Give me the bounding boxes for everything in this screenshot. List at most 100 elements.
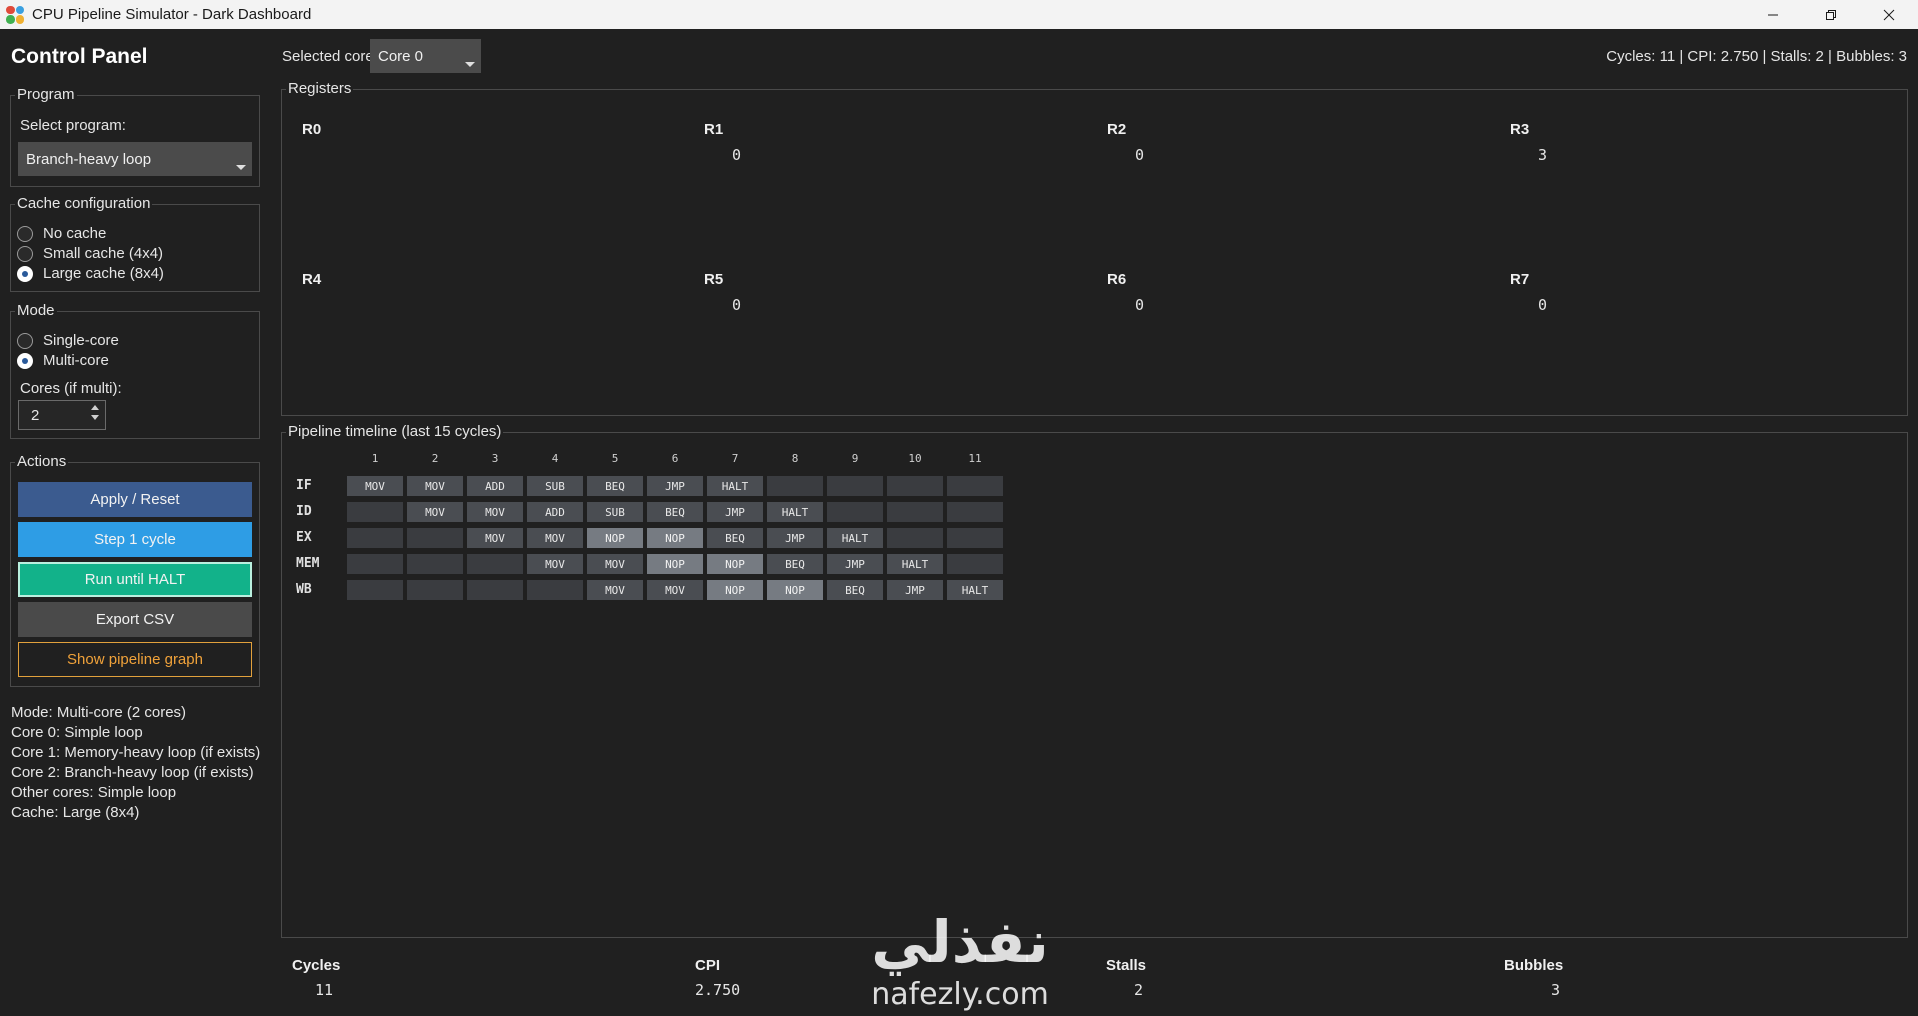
cores-value: 2 bbox=[31, 406, 40, 424]
pipeline-cell bbox=[407, 528, 463, 548]
stage-label: WB bbox=[296, 582, 312, 597]
pipeline-cell: JMP bbox=[647, 476, 703, 496]
pipeline-cell: HALT bbox=[707, 476, 763, 496]
pipeline-cell: MOV bbox=[647, 580, 703, 600]
radio-label: Single-core bbox=[43, 332, 119, 349]
export-csv-button[interactable]: Export CSV bbox=[18, 602, 252, 637]
pipeline-cell bbox=[827, 476, 883, 496]
pipeline-cell: JMP bbox=[767, 528, 823, 548]
svg-text:نفذلي: نفذلي bbox=[871, 908, 1048, 976]
stage-label: MEM bbox=[296, 556, 320, 571]
radio-multi-core[interactable]: Multi-core bbox=[17, 352, 109, 369]
run-until-halt-button[interactable]: Run until HALT bbox=[18, 562, 252, 597]
pipeline-cell: MOV bbox=[587, 580, 643, 600]
register-name: R5 bbox=[704, 271, 724, 288]
control-panel: Control Panel Program Select program: Br… bbox=[0, 29, 270, 1016]
info-line: Core 2: Branch-heavy loop (if exists) bbox=[11, 764, 254, 781]
spin-down-icon[interactable] bbox=[91, 415, 99, 420]
pipeline-cell: MOV bbox=[347, 476, 403, 496]
radio-label: No cache bbox=[43, 225, 107, 242]
cycle-header: 11 bbox=[968, 452, 982, 465]
spin-up-icon[interactable] bbox=[91, 405, 99, 410]
pipeline-cell bbox=[407, 580, 463, 600]
dropdown-arrow-icon bbox=[465, 62, 475, 67]
pipeline-cell: NOP bbox=[647, 554, 703, 574]
cycle-header: 9 bbox=[851, 452, 859, 465]
select-program-label: Select program: bbox=[20, 117, 126, 134]
cpi-label: CPI bbox=[695, 957, 721, 974]
info-line: Core 0: Simple loop bbox=[11, 724, 143, 741]
window-title: CPU Pipeline Simulator - Dark Dashboard bbox=[32, 6, 312, 23]
pipeline-cell: NOP bbox=[767, 580, 823, 600]
pipeline-cell: SUB bbox=[527, 476, 583, 496]
pipeline-cell: BEQ bbox=[767, 554, 823, 574]
pipeline-cell bbox=[947, 476, 1003, 496]
show-pipeline-graph-button[interactable]: Show pipeline graph bbox=[18, 642, 252, 677]
pipeline-cell: HALT bbox=[887, 554, 943, 574]
radio-label: Multi-core bbox=[43, 352, 109, 369]
pipeline-cell: NOP bbox=[707, 554, 763, 574]
restore-button[interactable] bbox=[1802, 0, 1860, 29]
actions-group-label: Actions bbox=[15, 453, 69, 470]
info-line: Core 1: Memory-heavy loop (if exists) bbox=[11, 744, 261, 761]
info-line: Cache: Large (8x4) bbox=[11, 804, 140, 821]
program-select-value: Branch-heavy loop bbox=[26, 150, 152, 168]
cores-spinbox[interactable]: 2 bbox=[18, 400, 106, 430]
radio-small-cache[interactable]: Small cache (4x4) bbox=[17, 245, 163, 262]
radio-large-cache[interactable]: Large cache (8x4) bbox=[17, 265, 164, 282]
pipeline-cell: NOP bbox=[587, 528, 643, 548]
cycles-value: 11 bbox=[315, 981, 334, 999]
actions-group: Actions Apply / Reset Step 1 cycle Run u… bbox=[10, 453, 260, 687]
cpi-value: 2.750 bbox=[695, 981, 741, 999]
apply-reset-button[interactable]: Apply / Reset bbox=[18, 482, 252, 517]
app-icon bbox=[6, 5, 24, 24]
pipeline-cell: JMP bbox=[827, 554, 883, 574]
radio-icon bbox=[17, 245, 33, 262]
cycle-header: 1 bbox=[371, 452, 379, 465]
minimize-button[interactable] bbox=[1744, 0, 1802, 29]
radio-selected-icon bbox=[17, 352, 33, 369]
bubbles-value: 3 bbox=[1551, 981, 1561, 999]
register-value: 0 bbox=[1890, 146, 1918, 164]
pipeline-cell: MOV bbox=[407, 476, 463, 496]
pipeline-cell bbox=[467, 580, 523, 600]
pipeline-cell bbox=[347, 554, 403, 574]
restore-icon bbox=[1826, 9, 1836, 20]
pipeline-cell bbox=[767, 476, 823, 496]
pipeline-cell: BEQ bbox=[587, 476, 643, 496]
pipeline-cell: MOV bbox=[467, 528, 523, 548]
step-cycle-button[interactable]: Step 1 cycle bbox=[18, 522, 252, 557]
stage-label: ID bbox=[296, 504, 312, 519]
radio-selected-icon bbox=[17, 265, 33, 282]
cycle-header: 6 bbox=[671, 452, 679, 465]
register-name: R2 bbox=[1107, 121, 1127, 138]
radio-single-core[interactable]: Single-core bbox=[17, 332, 119, 349]
radio-no-cache[interactable]: No cache bbox=[17, 225, 106, 242]
pipeline-cell: HALT bbox=[767, 502, 823, 522]
core-select[interactable]: Core 0 bbox=[370, 39, 481, 73]
program-select[interactable]: Branch-heavy loop bbox=[18, 142, 252, 176]
pipeline-cell bbox=[887, 502, 943, 522]
pipeline-cell bbox=[947, 554, 1003, 574]
cycle-header: 4 bbox=[551, 452, 559, 465]
close-button[interactable] bbox=[1860, 0, 1918, 29]
radio-icon bbox=[17, 332, 33, 349]
pipeline-cell: MOV bbox=[587, 554, 643, 574]
register-name: R3 bbox=[1510, 121, 1530, 138]
register-value: 0 bbox=[1890, 296, 1918, 314]
pipeline-cell: BEQ bbox=[827, 580, 883, 600]
register-name: R4 bbox=[302, 271, 322, 288]
stalls-value: 2 bbox=[1134, 981, 1144, 999]
program-group-label: Program bbox=[15, 86, 77, 103]
pipeline-cell: MOV bbox=[527, 528, 583, 548]
bubbles-label: Bubbles bbox=[1504, 957, 1564, 974]
register-value: 0 bbox=[731, 296, 741, 314]
svg-text:nafezly.com: nafezly.com bbox=[871, 977, 1049, 1012]
pipeline-label: Pipeline timeline (last 15 cycles) bbox=[286, 423, 504, 440]
mode-group: Mode Single-core Multi-core Cores (if mu… bbox=[10, 302, 260, 439]
mode-info: Mode: Multi-core (2 cores) Core 0: Simpl… bbox=[11, 703, 260, 823]
minimize-icon bbox=[1768, 14, 1778, 15]
stage-label: EX bbox=[296, 530, 312, 545]
core-select-value: Core 0 bbox=[378, 47, 424, 65]
radio-icon bbox=[17, 225, 33, 242]
